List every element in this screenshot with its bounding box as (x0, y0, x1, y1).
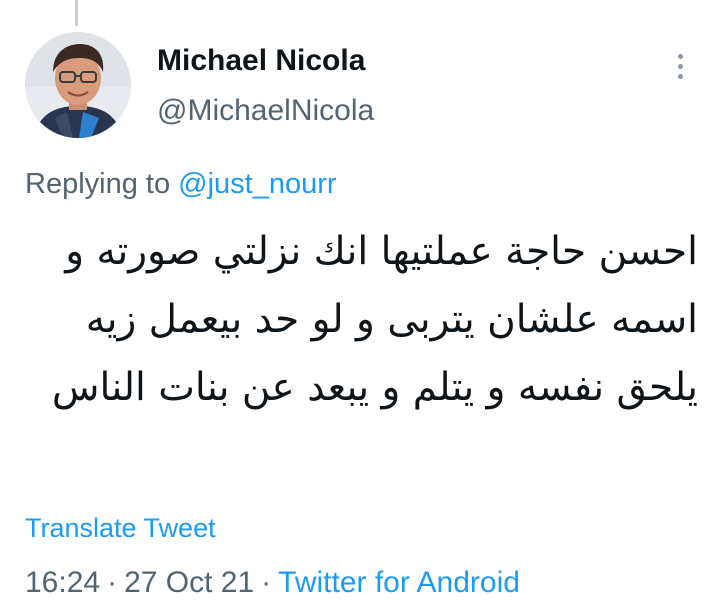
replying-to-label: Replying to (25, 168, 179, 200)
author-name[interactable]: Michael Nicola (157, 44, 365, 78)
author-handle[interactable]: @MichaelNicola (157, 94, 374, 128)
avatar[interactable] (25, 32, 131, 138)
meta-separator: · (261, 566, 272, 599)
tweet-text: احسن حاجة عملتيها انك نزلتي صورته و اسمه… (51, 229, 698, 410)
reply-mention-link[interactable]: @just_nourr (178, 168, 336, 200)
tweet-date: 27 Oct 21 (124, 566, 255, 599)
translate-tweet-link[interactable]: Translate Tweet (25, 513, 216, 544)
more-dot (677, 73, 683, 79)
tweet-source-link[interactable]: Twitter for Android (278, 566, 520, 599)
more-dot (677, 53, 683, 59)
replying-to-line: Replying to @just_nourr (25, 168, 337, 201)
avatar-photo (25, 32, 131, 138)
tweet-card: Michael Nicola @MichaelNicola Replying t… (0, 0, 720, 610)
more-vertical-icon[interactable] (664, 46, 696, 86)
thread-connector-line (75, 0, 78, 26)
more-dot (677, 63, 683, 69)
tweet-meta: 16:24 · 27 Oct 21 · Twitter for Android (25, 566, 520, 600)
meta-separator: · (107, 566, 118, 599)
tweet-time: 16:24 (25, 566, 101, 599)
